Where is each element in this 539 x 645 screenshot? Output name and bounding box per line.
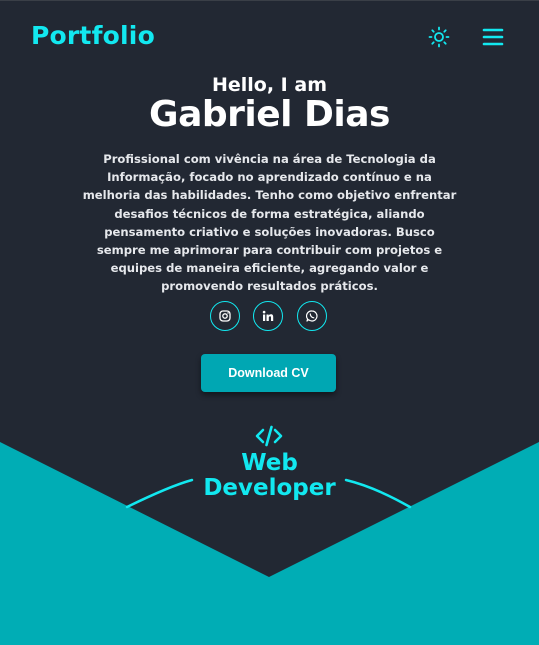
- instagram-icon: [219, 310, 231, 322]
- role-title-line-2: Developer: [203, 475, 336, 501]
- whatsapp-icon: [306, 310, 318, 322]
- download-cv-button[interactable]: Download CV: [201, 354, 336, 392]
- theme-toggle-button[interactable]: [428, 26, 450, 48]
- whatsapp-link[interactable]: [297, 301, 327, 331]
- linkedin-link[interactable]: [253, 301, 283, 331]
- logo[interactable]: Portfolio: [31, 21, 155, 50]
- hero-bio: Profissional com vivência na área de Tec…: [82, 152, 457, 294]
- role-title-line-1: Web: [241, 450, 298, 476]
- instagram-link[interactable]: [210, 301, 240, 331]
- code-icon: [255, 425, 283, 447]
- social-links: [0, 301, 539, 331]
- hamburger-menu-icon: [482, 28, 504, 46]
- menu-toggle-button[interactable]: [482, 27, 504, 47]
- hero-greeting: Hello, I am: [211, 74, 327, 96]
- sun-icon: [428, 26, 450, 48]
- top-navbar: Portfolio: [0, 1, 539, 73]
- linkedin-icon: [262, 310, 274, 321]
- page: Portfolio Hello, I am Gabriel Dias Profi…: [0, 0, 539, 645]
- hero-name: Gabriel Dias: [149, 94, 390, 135]
